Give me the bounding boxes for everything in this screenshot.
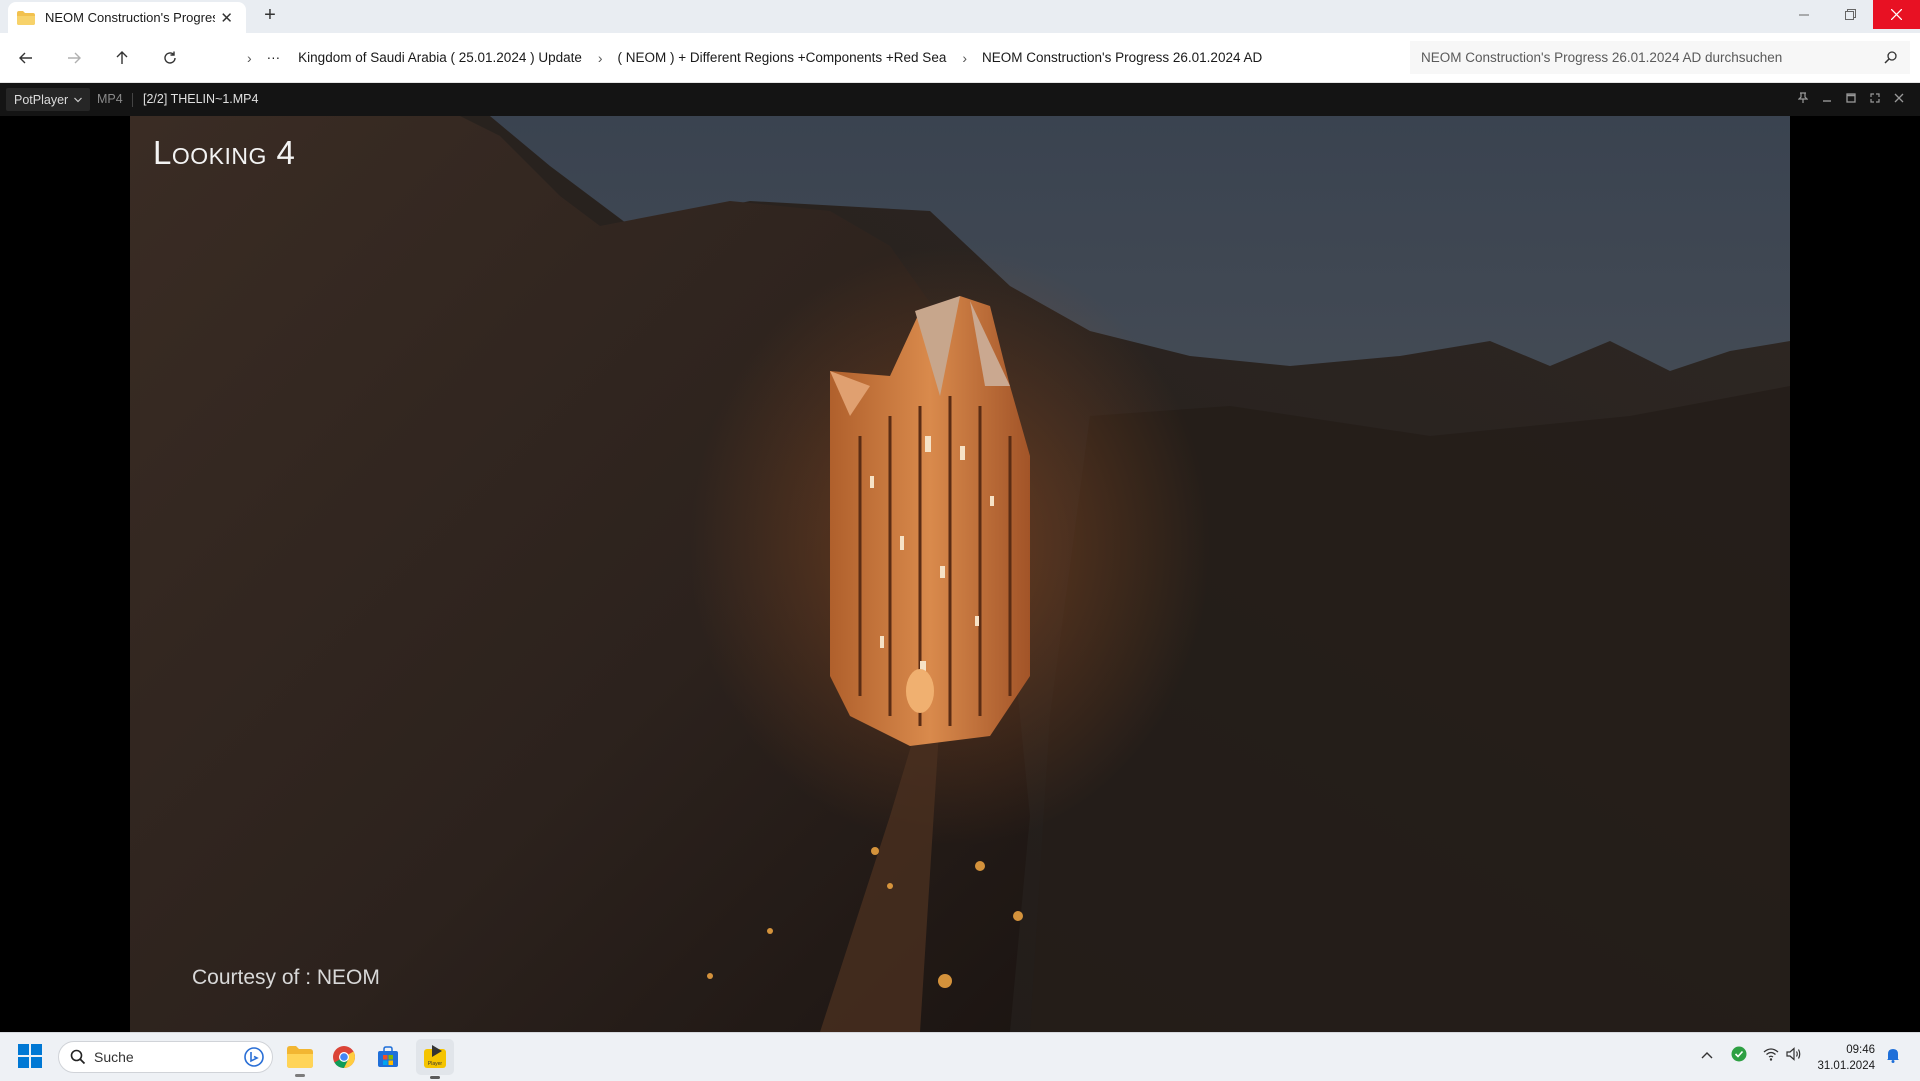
explorer-titlebar: NEOM Construction's Progress ✕ +	[0, 0, 1920, 33]
taskbar-chrome[interactable]	[328, 1041, 360, 1073]
explorer-tab[interactable]: NEOM Construction's Progress ✕	[8, 2, 246, 33]
chevron-right-icon[interactable]: ›	[598, 50, 603, 66]
video-scene	[130, 116, 1790, 1032]
taskbar-file-explorer[interactable]	[284, 1041, 316, 1077]
bing-icon	[244, 1047, 264, 1067]
breadcrumb-item-neom[interactable]: ( NEOM ) + Different Regions +Components…	[618, 50, 947, 65]
chevron-down-icon	[74, 97, 83, 102]
file-explorer-icon	[287, 1046, 313, 1068]
taskbar-microsoft-store[interactable]	[372, 1041, 404, 1073]
svg-text:Player: Player	[428, 1061, 443, 1067]
taskbar-search-input[interactable]: Suche	[58, 1041, 273, 1073]
search-input[interactable]: NEOM Construction's Progress 26.01.2024 …	[1410, 41, 1910, 74]
minimize-icon	[1799, 14, 1809, 15]
search-placeholder: NEOM Construction's Progress 26.01.2024 …	[1421, 50, 1783, 65]
close-icon	[1891, 9, 1902, 20]
taskbar-potplayer[interactable]: Player	[416, 1039, 454, 1079]
taskbar: Suche Player 09:46 31.01.2024	[0, 1032, 1920, 1081]
clock-time: 09:46	[1846, 1044, 1875, 1056]
potplayer-menu-label: PotPlayer	[14, 92, 69, 107]
chrome-icon	[333, 1046, 355, 1068]
notification-bell-icon[interactable]	[1886, 1047, 1900, 1066]
explorer-address-bar: › ··· Kingdom of Saudi Arabia ( 25.01.20…	[0, 33, 1920, 83]
chevron-right-icon[interactable]: ›	[247, 50, 252, 66]
player-maximize-icon[interactable]	[1843, 92, 1859, 106]
breadcrumb: › ··· Kingdom of Saudi Arabia ( 25.01.20…	[200, 41, 1398, 74]
clock-date: 31.01.2024	[1817, 1060, 1875, 1072]
potplayer-menu-button[interactable]: PotPlayer	[6, 88, 91, 111]
player-fullscreen-icon[interactable]	[1867, 92, 1883, 106]
forward-button[interactable]	[61, 45, 87, 71]
running-indicator	[295, 1074, 305, 1077]
taskbar-search-label: Suche	[94, 1049, 134, 1065]
chevron-up-icon[interactable]	[1701, 1047, 1713, 1062]
arrow-left-icon	[19, 52, 32, 64]
potplayer-icon: Player	[424, 1045, 446, 1068]
breadcrumb-item-current[interactable]: NEOM Construction's Progress 26.01.2024 …	[982, 50, 1262, 65]
pin-icon[interactable]	[1795, 92, 1811, 107]
player-titlebar: PotPlayer MP4 [2/2] THELIN~1.MP4	[0, 83, 1920, 117]
new-tab-button[interactable]: +	[258, 4, 282, 27]
video-area[interactable]: Looking 4 Courtesy of : NEOM	[0, 116, 1920, 1032]
video-frame[interactable]: Looking 4 Courtesy of : NEOM	[130, 116, 1790, 1032]
close-tab-icon[interactable]: ✕	[220, 9, 233, 27]
video-file-name: [2/2] THELIN~1.MP4	[143, 92, 259, 106]
video-overlay-credit: Courtesy of : NEOM	[192, 966, 380, 989]
arrow-right-icon	[68, 52, 81, 64]
search-icon	[70, 1049, 86, 1065]
up-button[interactable]	[109, 45, 135, 71]
system-clock[interactable]: 09:46 31.01.2024	[1805, 1042, 1875, 1074]
refresh-icon	[164, 51, 176, 64]
restore-button[interactable]	[1827, 0, 1873, 29]
security-shield-icon[interactable]	[1731, 1046, 1747, 1065]
wifi-icon[interactable]	[1763, 1047, 1779, 1064]
refresh-button[interactable]	[157, 45, 183, 71]
running-indicator	[430, 1076, 440, 1079]
start-button[interactable]	[18, 1044, 42, 1073]
breadcrumb-more[interactable]: ···	[267, 50, 281, 65]
tab-title: NEOM Construction's Progress	[45, 10, 215, 25]
search-icon	[1884, 51, 1897, 64]
player-close-icon[interactable]	[1891, 92, 1907, 106]
restore-icon	[1844, 9, 1856, 20]
chevron-right-icon[interactable]: ›	[962, 50, 967, 66]
minimize-button[interactable]	[1781, 0, 1827, 29]
back-button[interactable]	[13, 45, 39, 71]
arrow-up-icon	[116, 51, 128, 64]
close-window-button[interactable]	[1873, 0, 1920, 29]
store-icon	[378, 1046, 398, 1067]
breadcrumb-item-ksa[interactable]: Kingdom of Saudi Arabia ( 25.01.2024 ) U…	[298, 50, 582, 65]
folder-icon	[17, 10, 35, 25]
divider	[132, 93, 133, 107]
volume-icon[interactable]	[1786, 1047, 1802, 1064]
windows-logo-icon	[18, 1044, 42, 1068]
video-format: MP4	[97, 92, 123, 106]
player-minimize-icon[interactable]	[1819, 92, 1835, 106]
video-overlay-title: Looking 4	[153, 134, 296, 171]
